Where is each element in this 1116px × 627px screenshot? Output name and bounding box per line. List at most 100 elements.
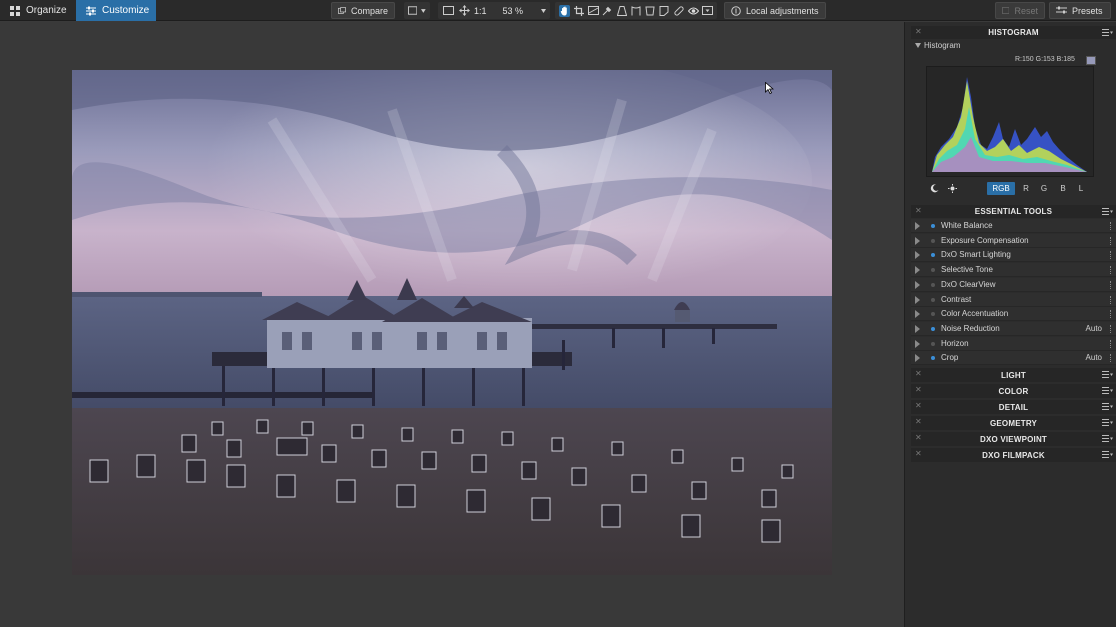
drag-handle-icon[interactable] (1110, 222, 1112, 230)
expand-arrow-icon[interactable] (915, 251, 920, 260)
tool-toggle-icon[interactable] (931, 356, 935, 361)
essential-tools-title: ESSENTIAL TOOLS (974, 207, 1053, 216)
section-header-detail[interactable]: ✕ DETAIL (911, 400, 1116, 414)
panel-menu-icon[interactable] (1102, 28, 1113, 37)
drag-handle-icon[interactable] (1110, 236, 1112, 245)
photo-preview[interactable] (72, 70, 832, 575)
one-to-one-button[interactable]: 1:1 (474, 6, 487, 16)
close-icon[interactable]: ✕ (915, 385, 922, 394)
tool-row-dxo-clearview[interactable]: DxO ClearView (911, 277, 1116, 292)
close-icon[interactable]: ✕ (915, 401, 922, 410)
tool-toggle-icon[interactable] (931, 253, 935, 258)
close-icon[interactable]: ✕ (915, 27, 922, 36)
perspective-icon[interactable] (616, 5, 627, 17)
close-icon[interactable]: ✕ (915, 449, 922, 458)
tool-row-noise-reduction[interactable]: Noise Reduction Auto (911, 321, 1116, 336)
section-header-color[interactable]: ✕ COLOR (911, 384, 1116, 398)
panel-menu-icon[interactable] (1102, 207, 1113, 216)
drag-handle-icon[interactable] (1110, 339, 1112, 348)
tool-row-selective-tone[interactable]: Selective Tone (911, 263, 1116, 278)
panel-menu-icon[interactable] (1102, 386, 1113, 395)
panel-menu-icon[interactable] (1102, 434, 1113, 443)
tool-toggle-icon[interactable] (931, 312, 935, 317)
drag-handle-icon[interactable] (1110, 251, 1112, 260)
overlay-dropdown-icon[interactable] (701, 5, 713, 17)
channel-l[interactable]: L (1076, 182, 1086, 195)
close-icon[interactable]: ✕ (915, 206, 922, 215)
repair-icon[interactable] (673, 5, 684, 17)
tool-row-horizon[interactable]: Horizon (911, 336, 1116, 351)
volume-deformation-icon[interactable] (630, 5, 641, 17)
panel-menu-icon[interactable] (1102, 370, 1113, 379)
essential-tools-header[interactable]: ✕ ESSENTIAL TOOLS (911, 205, 1116, 218)
expand-arrow-icon[interactable] (915, 354, 920, 363)
expand-arrow-icon[interactable] (915, 339, 920, 348)
reset-button[interactable]: Reset (995, 2, 1045, 19)
zoom-level[interactable]: 53 % (503, 6, 524, 16)
tool-row-contrast[interactable]: Contrast (911, 292, 1116, 307)
tool-row-crop[interactable]: Crop Auto (911, 351, 1116, 366)
channel-b[interactable]: B (1058, 182, 1068, 195)
local-adjustments-button[interactable]: Local adjustments (724, 2, 826, 19)
expand-arrow-icon[interactable] (915, 324, 920, 333)
tool-toggle-icon[interactable] (931, 326, 935, 331)
local-mask-icon[interactable] (659, 5, 670, 17)
tool-row-exposure-compensation[interactable]: Exposure Compensation (911, 233, 1116, 248)
drag-handle-icon[interactable] (1110, 266, 1112, 275)
panel-menu-icon[interactable] (1102, 418, 1113, 427)
expand-arrow-icon[interactable] (915, 266, 920, 275)
tool-value: Auto (1085, 353, 1102, 363)
panel-menu-icon[interactable] (1102, 450, 1113, 459)
expand-arrow-icon[interactable] (915, 280, 920, 289)
eye-icon[interactable] (687, 5, 699, 17)
color-picker-icon[interactable] (602, 5, 613, 17)
expand-arrow-icon[interactable] (915, 295, 920, 304)
expand-arrow-icon[interactable] (915, 222, 920, 230)
histogram-subheader[interactable]: Histogram (915, 41, 960, 50)
shadow-clipping-icon[interactable] (930, 184, 939, 193)
tool-toggle-icon[interactable] (931, 268, 935, 273)
tab-customize[interactable]: Customize (76, 0, 156, 21)
compare-button[interactable]: Compare (331, 2, 395, 19)
drag-handle-icon[interactable] (1110, 295, 1112, 304)
drag-handle-icon[interactable] (1110, 324, 1112, 333)
rectangle-crop-icon[interactable] (645, 5, 656, 17)
channel-g[interactable]: G (1039, 182, 1049, 195)
tool-toggle-icon[interactable] (931, 224, 935, 228)
histogram-panel-header[interactable]: ✕ HISTOGRAM (911, 26, 1116, 39)
section-header-dxo-filmpack[interactable]: ✕ DXO FILMPACK (911, 448, 1116, 462)
hand-tool-icon[interactable] (559, 4, 571, 17)
drag-handle-icon[interactable] (1110, 310, 1112, 319)
horizon-icon[interactable] (587, 5, 599, 17)
image-viewer[interactable] (0, 22, 904, 627)
tool-toggle-icon[interactable] (931, 282, 935, 287)
tool-toggle-icon[interactable] (931, 341, 935, 346)
highlight-clipping-icon[interactable] (948, 184, 957, 193)
fit-screen-icon[interactable] (442, 5, 454, 17)
section-header-dxo-viewpoint[interactable]: ✕ DXO VIEWPOINT (911, 432, 1116, 446)
close-icon[interactable]: ✕ (915, 433, 922, 442)
panel-menu-icon[interactable] (1102, 402, 1113, 411)
expand-arrow-icon[interactable] (915, 236, 920, 245)
section-header-light[interactable]: ✕ LIGHT (911, 368, 1116, 382)
close-icon[interactable]: ✕ (915, 417, 922, 426)
tool-row-dxo-smart-lighting[interactable]: DxO Smart Lighting (911, 248, 1116, 263)
crop-icon[interactable] (573, 5, 584, 17)
channel-rgb[interactable]: RGB (987, 182, 1015, 195)
presets-button[interactable]: Presets (1049, 2, 1111, 19)
drag-handle-icon[interactable] (1110, 280, 1112, 289)
tool-toggle-icon[interactable] (931, 297, 935, 302)
view-mode-dropdown[interactable] (404, 2, 430, 19)
tool-row-white-balance[interactable]: White Balance (911, 219, 1116, 233)
chevron-down-icon[interactable] (541, 8, 547, 13)
tab-organize[interactable]: Organize (0, 0, 76, 21)
channel-r[interactable]: R (1021, 182, 1031, 195)
section-header-geometry[interactable]: ✕ GEOMETRY (911, 416, 1116, 430)
tool-row-color-accentuation[interactable]: Color Accentuation (911, 307, 1116, 322)
drag-handle-icon[interactable] (1110, 354, 1112, 363)
expand-arrow-icon[interactable] (915, 310, 920, 319)
section-title: DXO FILMPACK (982, 450, 1045, 460)
close-icon[interactable]: ✕ (915, 369, 922, 378)
move-icon[interactable] (458, 5, 470, 17)
tool-toggle-icon[interactable] (931, 238, 935, 243)
